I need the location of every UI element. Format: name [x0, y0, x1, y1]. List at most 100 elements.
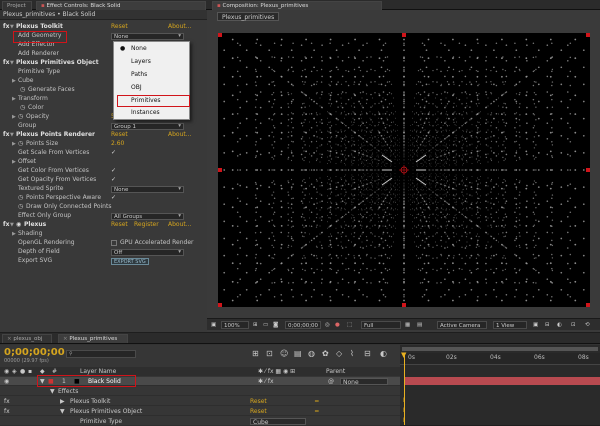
collapse-triangle-icon[interactable]: ▶	[12, 95, 16, 104]
menu-item-none[interactable]: ● None	[118, 44, 189, 54]
effect-row-plexus-primitives[interactable]: fx ▼ Plexus Primitives Object Reset ═	[0, 407, 400, 416]
eye-icon[interactable]: ◉	[4, 377, 9, 386]
transform-handle[interactable]	[586, 168, 590, 172]
timeline-tab-plexus-obj[interactable]: × plexus_obj	[2, 334, 52, 343]
effect-plexus[interactable]: fx ▼ ◉ Plexus Reset Register About...	[0, 221, 207, 230]
cti-head-icon[interactable]: ▼	[401, 351, 406, 359]
perspective-aware-checkbox[interactable]: ✓	[111, 195, 117, 201]
expand-primitives-icon[interactable]: ▼	[60, 407, 65, 416]
shading-row[interactable]: ▶ Shading	[0, 230, 207, 239]
zoom-slider-icon[interactable]: ◐	[380, 349, 387, 358]
video-visibility-icon[interactable]: ◉	[4, 367, 9, 376]
audio-icon[interactable]: ◈	[12, 367, 17, 376]
parent-column[interactable]: Parent	[326, 367, 345, 376]
lock-column-icon[interactable]: ▪	[28, 367, 32, 376]
brainstorm-icon[interactable]: ✿	[322, 349, 329, 358]
work-area-bar[interactable]	[402, 347, 598, 351]
stopwatch-icon[interactable]: ◷	[18, 194, 23, 203]
tab-project[interactable]: Project	[2, 1, 32, 10]
composition-canvas[interactable]	[218, 33, 590, 307]
expand-triangle-icon[interactable]: ▼	[10, 59, 14, 68]
offset-row[interactable]: ▶ Offset	[0, 158, 207, 167]
export-svg-button[interactable]: EXPORT SVG	[111, 258, 149, 265]
safe-zone-icon[interactable]: ▭	[263, 321, 268, 329]
current-time-indicator[interactable]	[404, 353, 405, 425]
motion-blur-icon[interactable]: ◍	[308, 349, 315, 358]
reset-link[interactable]: Reset	[111, 23, 128, 32]
opacity-from-vertices-checkbox[interactable]: ✓	[111, 177, 117, 183]
primitives-reset-link[interactable]: Reset	[250, 407, 267, 416]
layer-switches[interactable]: ✱ ⁄ fx	[258, 377, 274, 386]
zoom-dropdown[interactable]: 100%	[221, 321, 249, 329]
textured-sprite-dropdown[interactable]: None	[111, 186, 184, 193]
draft-3d-icon[interactable]: ⊡	[266, 349, 273, 358]
transform-handle[interactable]	[586, 33, 590, 37]
register-link[interactable]: Register	[134, 221, 159, 230]
fast-preview-icon[interactable]: ▤	[417, 321, 422, 329]
transform-handle[interactable]	[402, 303, 406, 307]
add-geometry-dropdown[interactable]: None	[111, 33, 184, 40]
transform-handle[interactable]	[586, 303, 590, 307]
collapse-triangle-icon[interactable]: ▶	[12, 158, 16, 167]
menu-item-instances[interactable]: Instances	[118, 108, 189, 118]
reset-link[interactable]: Reset	[111, 221, 128, 230]
depth-of-field-dropdown[interactable]: Off	[111, 249, 184, 256]
solo-icon[interactable]: ●	[20, 367, 25, 376]
grid-icon[interactable]: ⊞	[253, 321, 258, 329]
tab-composition[interactable]: ▪ Composition: Plexus_primitives	[212, 1, 382, 10]
effect-plexus-points-renderer[interactable]: fx ▼ Plexus Points Renderer Reset About.…	[0, 131, 207, 140]
collapse-triangle-icon[interactable]: ▶	[12, 77, 16, 86]
transform-handle[interactable]	[402, 33, 406, 37]
timeline-track-area[interactable]: 0s 02s 04s 06s 08s ▼ I I I	[400, 345, 600, 425]
region-of-interest-icon[interactable]: ⬚	[347, 321, 352, 329]
graph-editor-icon[interactable]: ⌇	[350, 349, 354, 358]
timeline-timecode[interactable]: 0;00;00;00	[4, 347, 65, 358]
effect-row-plexus-toolkit[interactable]: fx ▶ Plexus Toolkit Reset ═	[0, 397, 400, 406]
group-dropdown[interactable]: Group 1	[111, 123, 184, 130]
pickwhip-icon[interactable]: @	[328, 377, 334, 386]
reset-exposure-icon[interactable]: ⟲	[585, 321, 590, 329]
transform-handle[interactable]	[218, 303, 222, 307]
draw-connected-checkbox[interactable]	[111, 204, 117, 210]
about-link[interactable]: About...	[168, 23, 191, 32]
color-channel-icon[interactable]: ●	[335, 321, 340, 329]
tab-effect-controls[interactable]: ▪ Effect Controls: Black Solid	[36, 1, 206, 10]
expand-triangle-icon[interactable]: ▼	[10, 131, 14, 140]
render-icon[interactable]: ▣	[533, 321, 538, 329]
about-link[interactable]: About...	[168, 221, 191, 230]
about-link[interactable]: About...	[168, 131, 191, 140]
transform-handle[interactable]	[218, 33, 222, 37]
layer-duration-bar[interactable]	[404, 377, 600, 385]
stopwatch-icon[interactable]: ◷	[20, 86, 25, 95]
collapse-triangle-icon[interactable]: ▶	[12, 230, 16, 239]
transparency-grid-icon[interactable]: ▦	[405, 321, 410, 329]
scale-from-vertices-checkbox[interactable]: ✓	[111, 150, 117, 156]
menu-item-paths[interactable]: Paths	[118, 70, 189, 80]
keyframe-assist-icon[interactable]: ◇	[336, 349, 342, 358]
transform-handle[interactable]	[218, 168, 222, 172]
reset-link[interactable]: Reset	[111, 131, 128, 140]
always-preview-icon[interactable]: ▣	[211, 321, 216, 329]
points-size-value[interactable]: 2.60	[111, 140, 124, 149]
color-from-vertices-checkbox[interactable]: ✓	[111, 168, 117, 174]
comp-settings-icon[interactable]: ⊡	[571, 321, 576, 329]
menu-item-layers[interactable]: Layers	[118, 57, 189, 67]
stopwatch-icon[interactable]: ◷	[18, 113, 23, 122]
time-ruler[interactable]: 0s 02s 04s 06s 08s	[400, 353, 600, 365]
menu-item-obj[interactable]: OBJ	[118, 83, 189, 93]
comp-tab-label[interactable]: Plexus_primitives	[217, 12, 280, 21]
collapse-triangle-icon[interactable]: ▶	[12, 140, 16, 149]
comp-mini-flowchart-icon[interactable]: ⊞	[252, 349, 259, 358]
timeline-tab-plexus-primitives[interactable]: × Plexus_primitives	[58, 334, 128, 343]
expand-triangle-icon[interactable]: ▼	[10, 221, 14, 230]
expand-toolkit-icon[interactable]: ▶	[60, 397, 65, 406]
effect-only-group-dropdown[interactable]: All Groups	[111, 213, 184, 220]
primitive-type-dropdown[interactable]: Cube	[250, 418, 306, 426]
stopwatch-icon[interactable]: ◷	[18, 140, 23, 149]
expand-effects-icon[interactable]: ▼	[50, 387, 55, 396]
opengl-checkbox[interactable]	[111, 240, 117, 246]
exposure-icon[interactable]: ◐	[557, 321, 562, 329]
shy-icon[interactable]: ☺	[280, 349, 288, 358]
view-layout-dropdown[interactable]: 1 View	[493, 321, 527, 329]
comp-timecode[interactable]: 0;00;00;00	[285, 321, 322, 329]
